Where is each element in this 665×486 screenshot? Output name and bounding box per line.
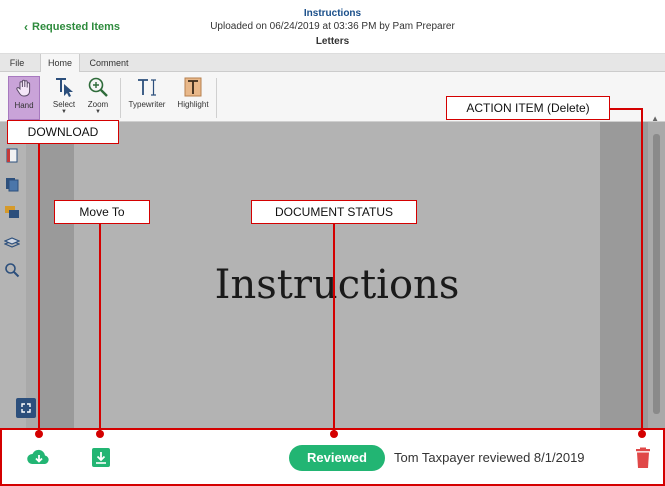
page-gutter-left (38, 122, 74, 428)
highlight-tool-button[interactable]: Highlight (172, 76, 214, 120)
move-to-leader-line (99, 224, 101, 434)
document-page-heading: Instructions (214, 262, 460, 308)
hand-icon (16, 79, 31, 97)
typewriter-icon (138, 79, 156, 96)
fullscreen-button[interactable] (16, 398, 36, 418)
status-leader-dot (330, 430, 338, 438)
comments-icon[interactable] (4, 204, 20, 220)
tab-file[interactable]: File (0, 54, 34, 72)
scrollbar-thumb[interactable] (653, 134, 660, 414)
document-category: Letters (315, 36, 350, 47)
search-icon[interactable] (4, 262, 20, 278)
move-to-callout: Move To (54, 200, 150, 224)
download-leader-line (38, 144, 40, 434)
cloud-download-icon[interactable] (26, 446, 52, 470)
trash-icon[interactable] (630, 446, 656, 470)
vertical-scrollbar[interactable] (652, 130, 661, 422)
pages-icon[interactable] (4, 176, 20, 192)
download-callout: DOWNLOAD (7, 120, 119, 144)
hand-tool-button[interactable]: Hand (8, 76, 40, 120)
layers-icon[interactable] (4, 234, 20, 250)
review-detail-text: Tom Taxpayer reviewed 8/1/2019 (394, 450, 585, 465)
fullscreen-icon (21, 403, 31, 413)
typewriter-tool-button[interactable]: Typewriter (124, 76, 170, 120)
left-side-rail (0, 122, 26, 428)
document-status-badge: Reviewed (289, 445, 385, 471)
thumbnails-icon[interactable] (4, 148, 20, 164)
tab-comment[interactable]: Comment (84, 54, 134, 72)
status-leader-line (333, 224, 335, 434)
move-to-icon[interactable] (88, 446, 114, 470)
action-leader-dot (638, 430, 646, 438)
toolbar-separator (216, 78, 217, 118)
highlight-icon (184, 77, 202, 97)
zoom-icon (88, 77, 108, 97)
action-leader-line (641, 108, 643, 434)
action-leader-horizontal (609, 108, 643, 110)
upload-info: Uploaded on 06/24/2019 at 03:36 PM by Pa… (210, 21, 455, 32)
document-status-callout: DOCUMENT STATUS (251, 200, 417, 224)
select-cursor-icon (56, 78, 73, 97)
zoom-dropdown-icon[interactable]: ▼ (78, 109, 118, 115)
action-item-callout: ACTION ITEM (Delete) (446, 96, 610, 120)
tab-home[interactable]: Home (40, 54, 80, 72)
zoom-tool-button[interactable]: Zoom ▼ (78, 76, 118, 120)
ribbon-tabs: File Home Comment (0, 54, 665, 72)
download-leader-dot (35, 430, 43, 438)
document-title: Instructions (303, 8, 362, 19)
move-to-leader-dot (96, 430, 104, 438)
document-header: ‹ Requested Items Instructions Uploaded … (0, 0, 665, 54)
toolbar-separator (120, 78, 121, 118)
